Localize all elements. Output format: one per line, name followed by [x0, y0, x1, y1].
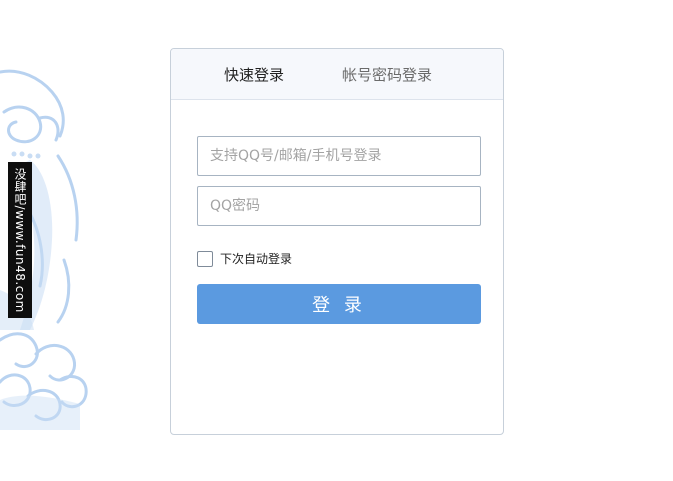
remember-label: 下次自动登录 — [220, 252, 293, 266]
account-input[interactable] — [197, 136, 481, 176]
watermark-text: 没肆吧/www.fun48.com — [13, 167, 27, 313]
tab-quick-login[interactable]: 快速登录 — [224, 64, 284, 85]
watermark: 没肆吧/www.fun48.com — [8, 162, 32, 318]
login-panel: 快速登录 帐号密码登录 下次自动登录 登 录 — [170, 48, 504, 435]
login-button[interactable]: 登 录 — [197, 284, 481, 324]
login-tabs: 快速登录 帐号密码登录 — [171, 49, 503, 100]
password-input[interactable] — [197, 186, 481, 226]
remember-login[interactable]: 下次自动登录 — [197, 250, 292, 267]
remember-checkbox[interactable] — [197, 250, 213, 267]
login-page: 没肆吧/www.fun48.com 快速登录 帐号密码登录 下次自动登录 登 录 — [0, 0, 673, 481]
tab-password-login[interactable]: 帐号密码登录 — [342, 64, 432, 85]
